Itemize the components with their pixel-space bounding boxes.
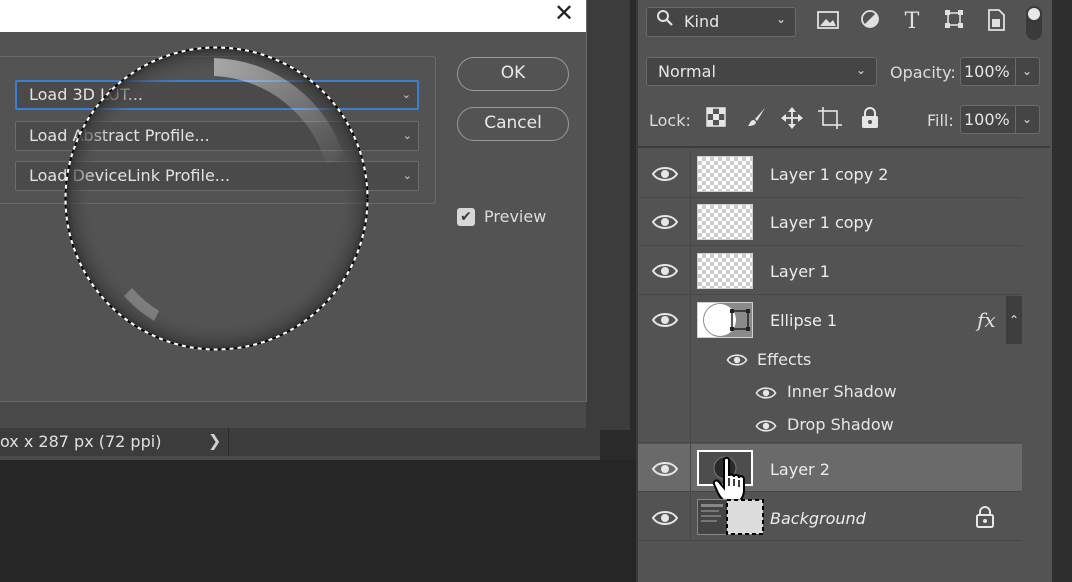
eye-icon[interactable] [652,261,678,281]
dialog-titlebar [0,0,586,32]
chevron-down-icon: ⌄ [856,63,867,77]
layer-visibility-divider [690,247,691,295]
cancel-button[interactable]: Cancel [457,107,569,141]
layer-thumbnail[interactable] [697,156,753,192]
blend-mode-value: Normal [658,62,716,81]
fill-value: 100% [964,110,1010,129]
shape-layer-icon [703,303,752,337]
lock-icon[interactable] [975,506,995,528]
lock-artboard-icon[interactable] [817,107,843,133]
drag-selection-icon [726,499,764,535]
eye-icon[interactable] [652,164,678,184]
sphere-selection [64,46,369,351]
workspace-background [0,460,636,582]
layer-row[interactable] [638,247,1022,295]
eye-icon[interactable] [755,385,777,401]
chevron-down-icon[interactable]: ⌄ [1022,112,1032,126]
eye-icon[interactable] [755,418,777,434]
lock-position-icon[interactable] [779,107,805,133]
eye-icon[interactable] [652,508,678,528]
close-icon[interactable]: ✕ [552,0,576,28]
panel-scrollbar-track[interactable] [1052,0,1072,582]
chevron-down-icon[interactable]: ⌄ [1022,64,1032,78]
lock-label: Lock: [649,111,691,130]
chevron-down-icon: ⌄ [402,169,412,182]
layer-name[interactable]: Layer 1 [770,262,830,281]
layer-thumbnail[interactable] [697,253,753,289]
layer-visibility-divider [690,444,691,492]
fill-label: Fill: [927,111,954,130]
filter-kind-label: Kind [684,12,720,31]
lock-image-pixels-icon[interactable] [744,107,770,133]
chevron-down-icon: ⌄ [776,12,787,26]
layer-visibility-divider [690,493,691,541]
layer-name[interactable]: Layer 1 copy 2 [770,165,888,184]
chevron-down-icon: ⌄ [401,88,411,101]
chevron-right-icon[interactable]: ❯ [208,431,221,450]
layer-name[interactable]: Layer 1 copy [770,213,873,232]
fill-divider [1015,106,1016,133]
lock-all-icon[interactable] [857,107,883,133]
shape-layer-thumbnail[interactable] [697,302,753,338]
fx-icon[interactable]: fx [977,308,996,332]
layer-visibility-divider [690,198,691,246]
eye-icon[interactable] [652,212,678,232]
layer-visibility-divider [690,150,691,198]
lock-transparent-pixels-icon[interactable] [703,107,729,133]
image-filter-icon[interactable] [815,9,841,35]
adjustment-filter-icon[interactable] [857,9,883,35]
opacity-label: Opacity: [890,63,956,82]
eye-icon[interactable] [726,352,748,368]
eye-icon[interactable] [652,310,678,330]
effect-item[interactable]: Drop Shadow [787,415,894,434]
layer-name[interactable]: Layer 2 [770,460,830,479]
layer-row-selected[interactable] [638,444,1022,492]
opacity-divider [1015,58,1016,85]
status-divider [228,428,229,456]
layer-name[interactable]: Background [770,509,866,528]
effects-label[interactable]: Effects [757,350,811,369]
document-dimensions: ox x 287 px (72 ppi) [0,432,162,451]
panel-divider [638,146,1050,148]
preview-label: Preview [484,207,547,226]
opacity-value: 100% [964,62,1010,81]
layer-thumbnail[interactable] [697,204,753,240]
layer-visibility-divider [690,296,691,443]
preview-checkbox[interactable]: ✔ [457,208,475,226]
smart-object-filter-icon[interactable] [983,9,1009,35]
type-filter-icon[interactable]: T [899,9,925,35]
eye-icon[interactable] [652,459,678,479]
canvas-edge [586,0,630,430]
effect-item[interactable]: Inner Shadow [787,382,897,401]
filter-toggle-knob [1028,8,1040,20]
ok-button[interactable]: OK [457,57,569,91]
shape-filter-icon[interactable] [941,9,967,35]
chevron-up-icon[interactable]: ⌃ [1006,296,1022,344]
search-icon [656,9,674,32]
layer-name[interactable]: Ellipse 1 [770,311,837,330]
chevron-down-icon: ⌄ [402,129,412,142]
